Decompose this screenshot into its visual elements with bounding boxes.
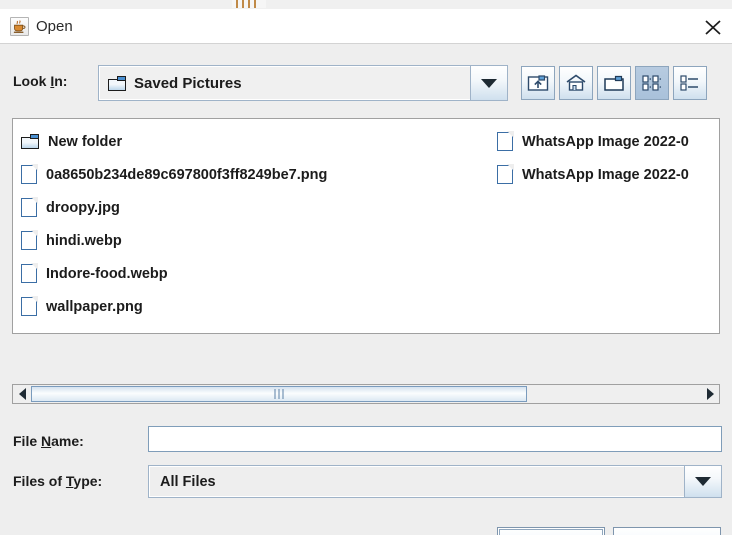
list-item-label: hindi.webp bbox=[46, 232, 122, 249]
folder-icon-tab bbox=[30, 134, 39, 139]
file-icon bbox=[497, 131, 514, 151]
up-one-level-icon bbox=[527, 75, 549, 91]
list-item[interactable]: 0a8650b234de89c697800f3ff8249be7.png bbox=[21, 158, 491, 191]
list-item-label: Indore-food.webp bbox=[46, 265, 168, 282]
filename-label-text: File bbox=[13, 433, 42, 449]
file-list-column-2: WhatsApp Image 2022-0 WhatsApp Image 202… bbox=[497, 125, 719, 191]
filetype-label: Files of Type: bbox=[13, 473, 102, 489]
horizontal-scrollbar[interactable] bbox=[12, 384, 720, 404]
scroll-left-arrow bbox=[18, 388, 26, 400]
folder-icon-tab bbox=[117, 75, 126, 81]
background-decoration bbox=[254, 0, 256, 8]
file-icon-fold bbox=[507, 131, 514, 138]
dialog-content: Look In: Saved Pictures New folder 0a865… bbox=[0, 44, 732, 535]
lookin-label: Look In: bbox=[13, 73, 67, 89]
chevron-down-icon bbox=[481, 78, 497, 88]
java-coffee-cup-icon bbox=[10, 17, 29, 36]
scrollbar-thumb[interactable] bbox=[31, 386, 527, 402]
home-button[interactable] bbox=[559, 66, 593, 100]
filetype-label-suffix: ype: bbox=[73, 473, 103, 489]
background-decoration bbox=[242, 0, 244, 8]
scroll-right-icon[interactable] bbox=[701, 385, 719, 403]
list-item-label: WhatsApp Image 2022-0 bbox=[522, 133, 689, 150]
list-item[interactable]: hindi.webp bbox=[21, 224, 491, 257]
list-item[interactable]: WhatsApp Image 2022-0 bbox=[497, 125, 719, 158]
file-icon-fold bbox=[507, 164, 514, 171]
new-folder-icon bbox=[604, 75, 624, 91]
filename-label-suffix: ame: bbox=[51, 433, 84, 449]
list-item[interactable]: New folder bbox=[21, 125, 491, 158]
file-icon bbox=[21, 164, 38, 184]
dialog-titlebar: Open bbox=[0, 9, 732, 44]
lookin-label-text: Look bbox=[13, 73, 51, 89]
list-item-label: 0a8650b234de89c697800f3ff8249be7.png bbox=[46, 166, 328, 183]
list-view-button[interactable] bbox=[635, 66, 669, 100]
filetype-combobox[interactable]: All Files bbox=[148, 465, 722, 498]
cancel-button[interactable]: Cancel bbox=[613, 527, 721, 535]
create-new-folder-button[interactable] bbox=[597, 66, 631, 100]
scrollbar-grip-icon bbox=[274, 389, 284, 399]
file-icon-fold bbox=[31, 197, 38, 204]
home-icon bbox=[566, 74, 586, 91]
lookin-dropdown-button[interactable] bbox=[470, 66, 507, 100]
filechooser-toolbar bbox=[521, 65, 707, 101]
chevron-down-icon bbox=[695, 477, 711, 486]
file-icon bbox=[21, 263, 38, 283]
filename-label-mnemonic: N bbox=[41, 433, 52, 449]
lookin-row: Look In: Saved Pictures bbox=[0, 60, 732, 108]
file-list-column-1: New folder 0a8650b234de89c697800f3ff8249… bbox=[21, 125, 491, 323]
list-item[interactable]: Indore-food.webp bbox=[21, 257, 491, 290]
file-icon bbox=[497, 164, 514, 184]
scrollbar-track[interactable] bbox=[31, 385, 701, 403]
filetype-dropdown-button[interactable] bbox=[684, 466, 721, 497]
lookin-selected-value: Saved Pictures bbox=[134, 74, 242, 92]
list-item-label: droopy.jpg bbox=[46, 199, 120, 216]
scroll-right-arrow bbox=[706, 388, 714, 400]
file-icon bbox=[21, 230, 38, 250]
folder-icon bbox=[21, 134, 39, 149]
list-item-label: New folder bbox=[48, 133, 123, 150]
file-list-panel[interactable]: New folder 0a8650b234de89c697800f3ff8249… bbox=[12, 118, 720, 334]
open-file-dialog: Open Look In: Saved Pictures New folder … bbox=[0, 0, 732, 535]
file-icon-fold bbox=[31, 263, 38, 270]
file-icon bbox=[21, 296, 38, 316]
background-decoration bbox=[236, 0, 238, 8]
folder-icon bbox=[108, 75, 126, 91]
file-icon-fold bbox=[31, 296, 38, 303]
list-view-icon bbox=[642, 75, 662, 91]
close-icon[interactable] bbox=[700, 15, 726, 39]
lookin-label-suffix: n: bbox=[54, 73, 68, 89]
scroll-left-icon[interactable] bbox=[13, 385, 31, 403]
file-icon-fold bbox=[31, 164, 38, 171]
list-item[interactable]: droopy.jpg bbox=[21, 191, 491, 224]
background-decoration bbox=[248, 0, 250, 8]
filetype-label-text: Files of bbox=[13, 473, 66, 489]
filename-input[interactable] bbox=[148, 426, 722, 452]
lookin-combobox-value[interactable]: Saved Pictures bbox=[99, 66, 470, 100]
details-view-icon bbox=[680, 75, 698, 91]
filetype-combobox-value[interactable]: All Files bbox=[149, 466, 684, 497]
dialog-title: Open bbox=[36, 18, 73, 35]
lookin-combobox[interactable]: Saved Pictures bbox=[98, 65, 508, 101]
file-icon bbox=[21, 197, 38, 217]
up-one-level-button[interactable] bbox=[521, 66, 555, 100]
list-item[interactable]: WhatsApp Image 2022-0 bbox=[497, 158, 719, 191]
filename-label: File Name: bbox=[13, 433, 84, 449]
details-view-button[interactable] bbox=[673, 66, 707, 100]
open-button[interactable]: Open bbox=[497, 527, 605, 535]
filetype-selected-value: All Files bbox=[160, 473, 216, 490]
file-icon-fold bbox=[31, 230, 38, 237]
list-item-label: wallpaper.png bbox=[46, 298, 143, 315]
list-item-label: WhatsApp Image 2022-0 bbox=[522, 166, 689, 183]
list-item[interactable]: wallpaper.png bbox=[21, 290, 491, 323]
